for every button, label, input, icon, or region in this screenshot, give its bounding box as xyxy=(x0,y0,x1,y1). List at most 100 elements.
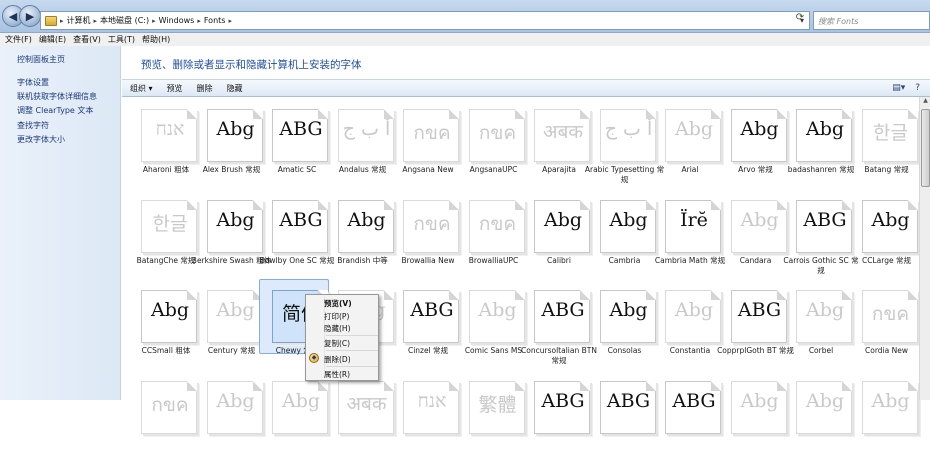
breadcrumb-drive[interactable]: 本地磁盘 (C:) xyxy=(100,15,149,26)
font-tile[interactable]: กขค BrowalliaUPC xyxy=(458,192,525,278)
chevron-right-icon: ▸ xyxy=(197,16,201,25)
vertical-scrollbar[interactable]: ▲ xyxy=(919,97,930,400)
font-tile[interactable]: ABG xyxy=(654,373,721,459)
ctx-copy[interactable]: 复制(C) xyxy=(324,338,350,349)
font-tile[interactable]: Abg badashanren 常规 xyxy=(785,101,854,187)
ctx-hide[interactable]: 隐藏(H) xyxy=(324,323,351,334)
font-sample-glyph: Abg xyxy=(216,118,255,140)
font-tile[interactable]: ABG Cinzel 常规 xyxy=(392,282,459,368)
help-icon[interactable]: ? xyxy=(915,83,920,93)
ctx-delete[interactable]: 删除(D) xyxy=(324,354,351,365)
font-name-label: Cordia New xyxy=(865,346,908,355)
font-tile[interactable]: Abg Berkshire Swash 粗体 xyxy=(192,192,271,278)
font-tile[interactable]: กขค Cordia New xyxy=(851,282,918,368)
font-tile[interactable]: กขค AngsanaUPC xyxy=(458,101,525,187)
font-tile[interactable]: ABG xyxy=(523,373,590,459)
font-preview-icon: Abg xyxy=(730,380,787,434)
font-preview-icon: Abg xyxy=(337,199,394,253)
font-tile[interactable]: Abg Cambria xyxy=(589,192,656,278)
font-tile[interactable]: अबक xyxy=(327,373,394,459)
font-preview-icon: ABG xyxy=(534,290,590,343)
font-tile[interactable]: أ ب ج Andalus 常规 xyxy=(327,101,394,187)
menu-separator xyxy=(326,366,378,367)
font-tile[interactable]: Abg xyxy=(851,373,918,459)
scroll-up-icon[interactable]: ▲ xyxy=(920,97,930,108)
font-preview-icon: אנח xyxy=(141,109,197,162)
font-sample-glyph: 한글 xyxy=(152,212,188,235)
font-tile[interactable]: Abg CCSmall 粗体 xyxy=(130,282,197,368)
font-preview-icon: 한글 xyxy=(861,109,918,162)
font-tile[interactable]: ABG Carrois Gothic SC 常规 xyxy=(783,192,859,278)
sidebar-item-font-settings[interactable]: 字体设置 xyxy=(17,77,49,88)
font-tile[interactable]: Ïrĕ Cambria Math 常规 xyxy=(654,192,725,278)
breadcrumb-fonts[interactable]: Fonts xyxy=(204,16,226,25)
refresh-icon[interactable]: ⟳ xyxy=(792,12,808,28)
sidebar-item-online-font-info[interactable]: 联机获取字体详细信息 xyxy=(17,91,97,102)
chevron-right-icon: ▸ xyxy=(60,16,64,25)
delete-button[interactable]: 删除 xyxy=(197,83,213,94)
font-tile[interactable]: ABG CopprplGoth BT 常规 xyxy=(717,282,794,368)
font-tile[interactable]: Abg xyxy=(261,373,328,459)
font-sample-glyph: กขค xyxy=(478,122,517,144)
chevron-right-icon: ▸ xyxy=(228,16,232,25)
font-tile[interactable]: Abg Comic Sans MS xyxy=(458,282,525,368)
font-sample-glyph: กขค xyxy=(413,122,451,144)
font-tile[interactable]: Abg xyxy=(720,373,787,459)
sidebar-item-find-character[interactable]: 查找字符 xyxy=(17,120,49,131)
font-tile[interactable]: ABG xyxy=(589,373,656,459)
font-tile[interactable]: Abg CCLarge 常规 xyxy=(851,192,918,278)
sidebar-item-change-font-size[interactable]: 更改字体大小 xyxy=(17,134,65,145)
font-tile[interactable]: 한글 Batang 常规 xyxy=(851,101,918,187)
font-tile[interactable]: 한글 BatangChe 常规 xyxy=(130,192,197,278)
forward-button[interactable]: ▶ xyxy=(19,5,41,27)
font-tile[interactable]: Abg Candara xyxy=(720,192,787,278)
font-tile[interactable]: Abg Arvo 常规 xyxy=(720,101,787,187)
font-sample-glyph: Abg xyxy=(740,118,779,140)
scrollbar-thumb[interactable] xyxy=(921,109,930,187)
menu-edit[interactable]: 编辑(E) xyxy=(38,33,72,46)
search-input[interactable]: 搜索 Fonts xyxy=(813,11,930,30)
hide-button[interactable]: 隐藏 xyxy=(227,83,243,94)
font-tile[interactable]: Abg Alex Brush 常规 xyxy=(196,101,263,187)
font-preview-icon: Abg xyxy=(730,199,787,253)
preview-button[interactable]: 预览 xyxy=(167,83,183,94)
ctx-preview[interactable]: 预览(V) xyxy=(324,298,352,309)
menu-file[interactable]: 文件(F) xyxy=(4,33,38,46)
font-tile[interactable]: أ ب ج Arabic Typesetting 常规 xyxy=(585,101,664,187)
font-tile[interactable]: Abg Constantia xyxy=(654,282,721,368)
sidebar-home-link[interactable]: 控制面板主页 xyxy=(17,54,65,65)
organize-button[interactable]: 组织 ▾ xyxy=(130,83,153,94)
menu-view[interactable]: 查看(V) xyxy=(72,33,107,46)
ctx-properties[interactable]: 属性(R) xyxy=(324,369,350,380)
font-tile[interactable]: กขค Angsana New xyxy=(392,101,459,187)
address-bar[interactable]: ▸ 计算机 ▸ 本地磁盘 (C:) ▸ Windows ▸ Fonts ▸ ▾ xyxy=(40,11,810,30)
font-tile[interactable]: Abg Century 常规 xyxy=(196,282,263,368)
font-tile[interactable]: Abg xyxy=(196,373,263,459)
font-tile[interactable]: אנח xyxy=(392,373,459,459)
font-tile[interactable]: Abg Brandish 中等 xyxy=(327,192,394,278)
sidebar-item-cleartype[interactable]: 调整 ClearType 文本 xyxy=(17,105,93,116)
font-tile[interactable]: Abg xyxy=(785,373,852,459)
view-options-icon[interactable]: ▤▾ xyxy=(892,83,905,93)
font-tile[interactable]: Abg Consolas xyxy=(589,282,656,368)
font-tile[interactable]: ABG Concursoltalian BTN 常规 xyxy=(521,282,597,368)
font-tile[interactable]: 繁體 xyxy=(458,373,525,459)
breadcrumb-computer[interactable]: 计算机 xyxy=(67,15,91,26)
font-tile[interactable]: अबक Aparajita xyxy=(523,101,590,187)
breadcrumb-windows[interactable]: Windows xyxy=(159,16,195,25)
font-tile[interactable]: Abg Arial xyxy=(654,101,721,187)
font-sample-glyph: ABG xyxy=(606,389,651,412)
menu-help[interactable]: 帮助(H) xyxy=(141,33,176,46)
menu-tools[interactable]: 工具(T) xyxy=(107,33,141,46)
font-tile[interactable]: ABG Bowlby One SC 常规 xyxy=(260,192,334,278)
font-sample-glyph: أ ب ج xyxy=(604,118,653,140)
font-tile[interactable]: กขค xyxy=(130,373,197,459)
font-tile[interactable]: Abg Calibri xyxy=(523,192,590,278)
font-tile[interactable]: אנח Aharoni 粗体 xyxy=(130,101,197,187)
font-sample-glyph: ABG xyxy=(803,208,847,231)
font-tile[interactable]: ABG Amatic SC xyxy=(261,101,328,187)
font-tile[interactable]: Abg Corbel xyxy=(785,282,852,368)
font-tile[interactable]: กขค Browallia New xyxy=(392,192,459,278)
ctx-print[interactable]: 打印(P) xyxy=(324,311,349,322)
font-preview-icon: Abg xyxy=(141,290,197,343)
